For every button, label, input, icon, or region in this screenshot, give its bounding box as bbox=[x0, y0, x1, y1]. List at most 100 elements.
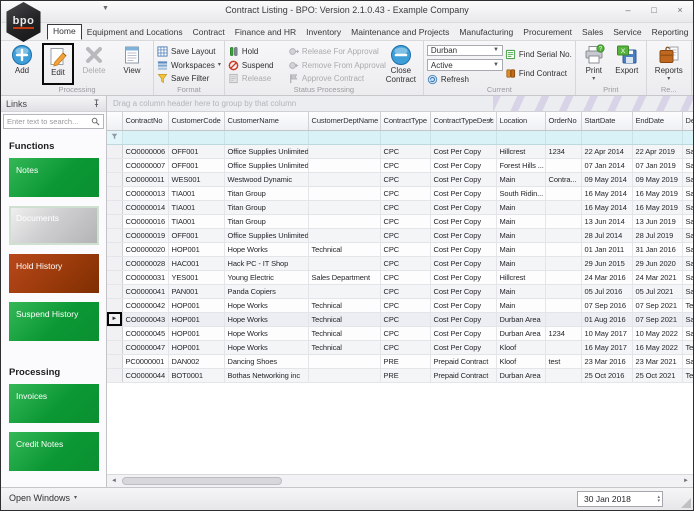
cell-customercode[interactable]: HAC001 bbox=[168, 256, 224, 270]
delete-button[interactable]: Delete bbox=[76, 43, 112, 85]
cell-customername[interactable]: Hope Works bbox=[224, 242, 308, 256]
cell-contractno[interactable]: CO0000045 bbox=[122, 326, 168, 340]
cell-enddate[interactable]: 13 Jun 2019 bbox=[632, 214, 682, 228]
cell-customercode[interactable]: HOP001 bbox=[168, 326, 224, 340]
cell-location[interactable]: Main bbox=[496, 200, 545, 214]
cell-customerdeptname[interactable] bbox=[308, 200, 380, 214]
cell-customername[interactable]: Hope Works bbox=[224, 340, 308, 354]
column-header-customerdeptname[interactable]: CustomerDeptName bbox=[308, 112, 380, 130]
cell-startdate[interactable]: 28 Jul 2014 bbox=[581, 228, 632, 242]
row-indicator-cell[interactable] bbox=[107, 242, 122, 256]
column-header-contractno[interactable]: ContractNo bbox=[122, 112, 168, 130]
cell-customerdeptname[interactable]: Technical bbox=[308, 326, 380, 340]
cell-de[interactable]: Te bbox=[682, 368, 693, 382]
table-row[interactable]: CO0000020HOP001Hope WorksTechnicalCPCCos… bbox=[107, 242, 693, 256]
cell-contracttypedesc[interactable]: Cost Per Copy bbox=[430, 158, 496, 172]
cell-customername[interactable]: Titan Group bbox=[224, 214, 308, 228]
cell-enddate[interactable]: 23 Mar 2021 bbox=[632, 354, 682, 368]
cell-contracttypedesc[interactable]: Cost Per Copy bbox=[430, 298, 496, 312]
cell-customercode[interactable]: TIA001 bbox=[168, 200, 224, 214]
cell-customerdeptname[interactable] bbox=[308, 186, 380, 200]
cell-contractno[interactable]: CO0000028 bbox=[122, 256, 168, 270]
cell-orderno[interactable]: test bbox=[545, 354, 581, 368]
cell-contractno[interactable]: CO0000016 bbox=[122, 214, 168, 228]
cell-enddate[interactable]: 10 May 2022 bbox=[632, 326, 682, 340]
scroll-right-icon[interactable]: ► bbox=[680, 476, 692, 487]
cell-customerdeptname[interactable] bbox=[308, 368, 380, 382]
links-panel-header[interactable]: Links bbox=[1, 96, 106, 112]
save-filter-button[interactable]: Save Filter bbox=[157, 72, 221, 85]
cell-customername[interactable]: Titan Group bbox=[224, 200, 308, 214]
cell-contracttypedesc[interactable]: Cost Per Copy bbox=[430, 326, 496, 340]
tab-manufacturing[interactable]: Manufacturing bbox=[454, 25, 518, 40]
cell-startdate[interactable]: 16 May 2017 bbox=[581, 340, 632, 354]
cell-contracttype[interactable]: CPC bbox=[380, 242, 430, 256]
cell-de[interactable]: Sa bbox=[682, 354, 693, 368]
cell-enddate[interactable]: 16 May 2019 bbox=[632, 200, 682, 214]
cell-customerdeptname[interactable] bbox=[308, 158, 380, 172]
cell-de[interactable]: Sa bbox=[682, 144, 693, 158]
cell-startdate[interactable]: 05 Jul 2016 bbox=[581, 284, 632, 298]
tab-contract[interactable]: Contract bbox=[188, 25, 230, 40]
filter-cell-orderno[interactable] bbox=[545, 130, 581, 144]
filter-cell-customername[interactable] bbox=[224, 130, 308, 144]
scroll-left-icon[interactable]: ◄ bbox=[108, 476, 120, 487]
filter-cell-contracttypedesc[interactable] bbox=[430, 130, 496, 144]
column-header-orderno[interactable]: OrderNo bbox=[545, 112, 581, 130]
cell-contracttype[interactable]: CPC bbox=[380, 200, 430, 214]
cell-contracttype[interactable]: CPC bbox=[380, 144, 430, 158]
row-indicator-cell[interactable] bbox=[107, 354, 122, 368]
tab-reporting[interactable]: Reporting bbox=[647, 25, 694, 40]
find-contract-button[interactable]: Find Contract bbox=[505, 67, 572, 80]
cell-contractno[interactable]: CO0000013 bbox=[122, 186, 168, 200]
cell-location[interactable]: Durban Area bbox=[496, 368, 545, 382]
sidebar-button-hold-history[interactable]: Hold History bbox=[9, 254, 99, 293]
cell-location[interactable]: Durban Area bbox=[496, 312, 545, 326]
cell-contracttype[interactable]: CPC bbox=[380, 214, 430, 228]
cell-location[interactable]: Main bbox=[496, 256, 545, 270]
cell-contractno[interactable]: CO0000041 bbox=[122, 284, 168, 298]
cell-customercode[interactable]: TIA001 bbox=[168, 214, 224, 228]
cell-contracttype[interactable]: CPC bbox=[380, 256, 430, 270]
filter-cell-enddate[interactable] bbox=[632, 130, 682, 144]
cell-orderno[interactable] bbox=[545, 270, 581, 284]
reports-button[interactable]: Reports ▾ bbox=[650, 43, 688, 85]
cell-de[interactable]: Sa bbox=[682, 172, 693, 186]
row-indicator-cell[interactable] bbox=[107, 172, 122, 186]
cell-enddate[interactable]: 07 Jan 2019 bbox=[632, 158, 682, 172]
pin-icon[interactable] bbox=[92, 99, 101, 108]
cell-contracttypedesc[interactable]: Cost Per Copy bbox=[430, 340, 496, 354]
cell-contracttypedesc[interactable]: Prepaid Contract bbox=[430, 354, 496, 368]
cell-startdate[interactable]: 09 May 2014 bbox=[581, 172, 632, 186]
cell-orderno[interactable] bbox=[545, 186, 581, 200]
cell-contracttype[interactable]: PRE bbox=[380, 354, 430, 368]
row-indicator-cell[interactable] bbox=[107, 228, 122, 242]
cell-customerdeptname[interactable] bbox=[308, 228, 380, 242]
cell-location[interactable]: Main bbox=[496, 298, 545, 312]
cell-contracttype[interactable]: CPC bbox=[380, 284, 430, 298]
cell-contracttypedesc[interactable]: Cost Per Copy bbox=[430, 144, 496, 158]
cell-contracttypedesc[interactable]: Prepaid Contract bbox=[430, 368, 496, 382]
cell-customerdeptname[interactable] bbox=[308, 256, 380, 270]
cell-customername[interactable]: Titan Group bbox=[224, 186, 308, 200]
cell-customerdeptname[interactable] bbox=[308, 284, 380, 298]
cell-startdate[interactable]: 16 May 2014 bbox=[581, 186, 632, 200]
sidebar-button-documents[interactable]: Documents bbox=[9, 206, 99, 245]
cell-customerdeptname[interactable] bbox=[308, 354, 380, 368]
filter-cell-contracttype[interactable] bbox=[380, 130, 430, 144]
cell-startdate[interactable]: 07 Sep 2016 bbox=[581, 298, 632, 312]
edit-button[interactable]: Edit bbox=[42, 43, 74, 85]
cell-startdate[interactable]: 25 Oct 2016 bbox=[581, 368, 632, 382]
cell-startdate[interactable]: 23 Mar 2016 bbox=[581, 354, 632, 368]
cell-customercode[interactable]: TIA001 bbox=[168, 186, 224, 200]
cell-startdate[interactable]: 01 Aug 2016 bbox=[581, 312, 632, 326]
sidebar-button-suspend-history[interactable]: Suspend History bbox=[9, 302, 99, 341]
cell-startdate[interactable]: 16 May 2014 bbox=[581, 200, 632, 214]
cell-contracttype[interactable]: CPC bbox=[380, 186, 430, 200]
cell-customercode[interactable]: BOT0001 bbox=[168, 368, 224, 382]
cell-startdate[interactable]: 07 Jan 2014 bbox=[581, 158, 632, 172]
cell-customername[interactable]: Hope Works bbox=[224, 326, 308, 340]
cell-enddate[interactable]: 29 Jun 2020 bbox=[632, 256, 682, 270]
table-row[interactable]: CO0000006OFF001Office Supplies Unlimited… bbox=[107, 144, 693, 158]
cell-customername[interactable]: Hope Works bbox=[224, 298, 308, 312]
